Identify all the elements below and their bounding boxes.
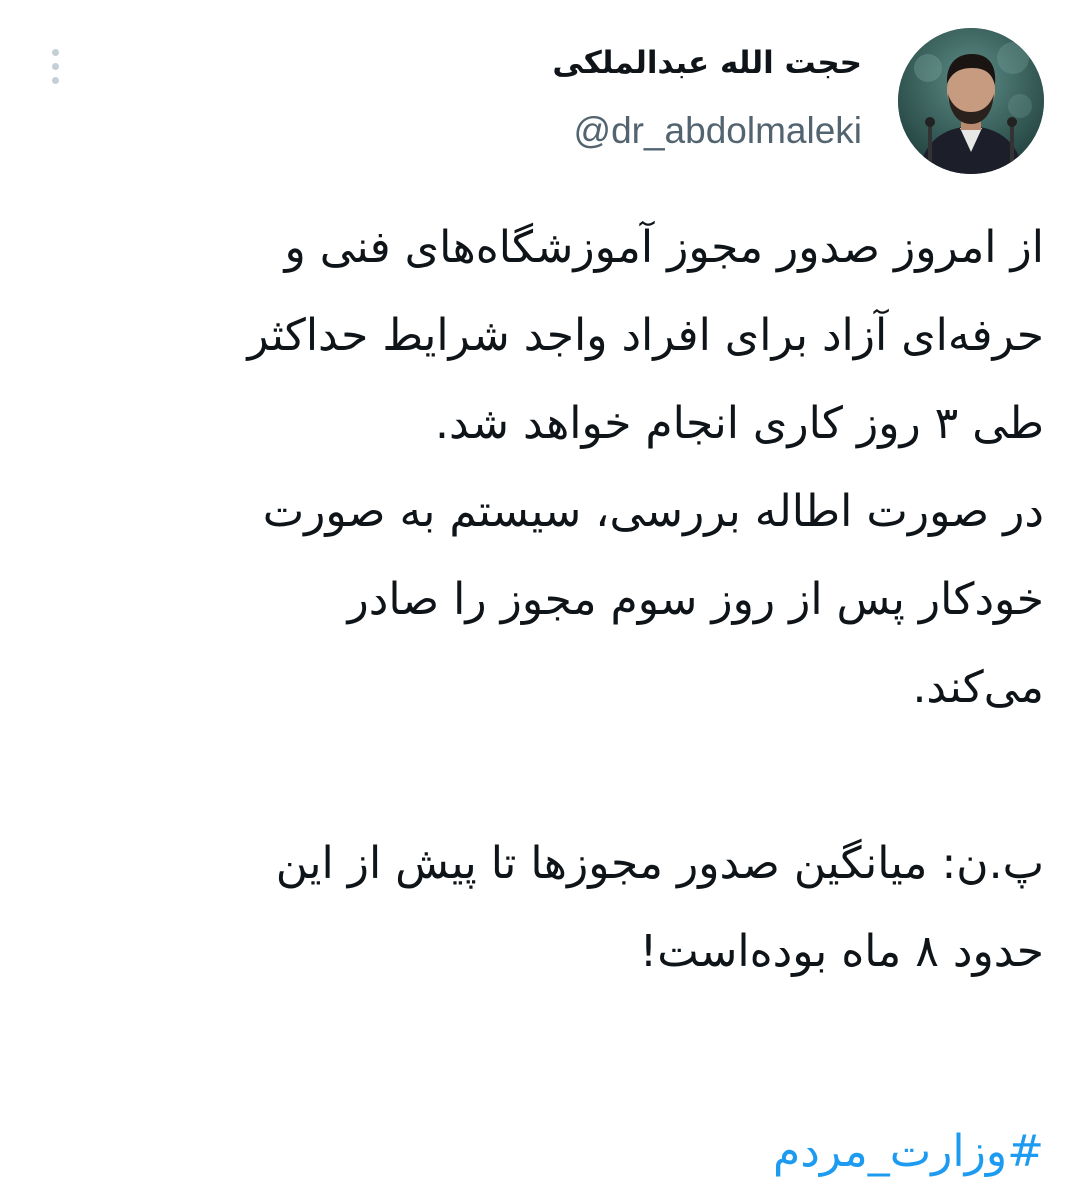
profile-photo (898, 28, 1044, 174)
avatar[interactable] (898, 28, 1044, 174)
tweet-text-line: می‌کند. (912, 662, 1044, 713)
author-name[interactable]: حجت الله عبدالملکی (552, 40, 862, 86)
more-vertical-icon (51, 48, 59, 56)
tweet-text-line: طی ۳ روز کاری انجام خواهد شد. (435, 398, 1044, 449)
more-options-button[interactable] (38, 44, 72, 88)
tweet-text-line: حرفه‌ای آزاد برای افراد واجد شرایط حداکث… (247, 310, 1044, 361)
more-vertical-icon (51, 76, 59, 84)
hashtag-link[interactable]: #وزارت_مردم (773, 1112, 1044, 1192)
author-handle[interactable]: @dr_abdolmaleki (574, 108, 862, 154)
tweet-text-line: پ.ن: میانگین صدور مجوزها تا پیش از این (275, 838, 1044, 889)
tweet-card: حجت الله عبدالملکی @dr_abdolmaleki از ام… (0, 0, 1080, 1196)
tweet-text-line: خودکار پس از روز سوم مجوز را صادر (347, 574, 1044, 625)
tweet-text: از امروز صدور مجوز آموزشگاه‌های فنی و حر… (34, 204, 1044, 996)
tweet-text-line: در صورت اطاله بررسی، سیستم به صورت (262, 486, 1044, 537)
tweet-text-line: حدود ۸ ماه بوده‌است! (639, 926, 1044, 977)
more-vertical-icon (51, 62, 59, 70)
tweet-text-line: از امروز صدور مجوز آموزشگاه‌های فنی و (284, 222, 1044, 273)
